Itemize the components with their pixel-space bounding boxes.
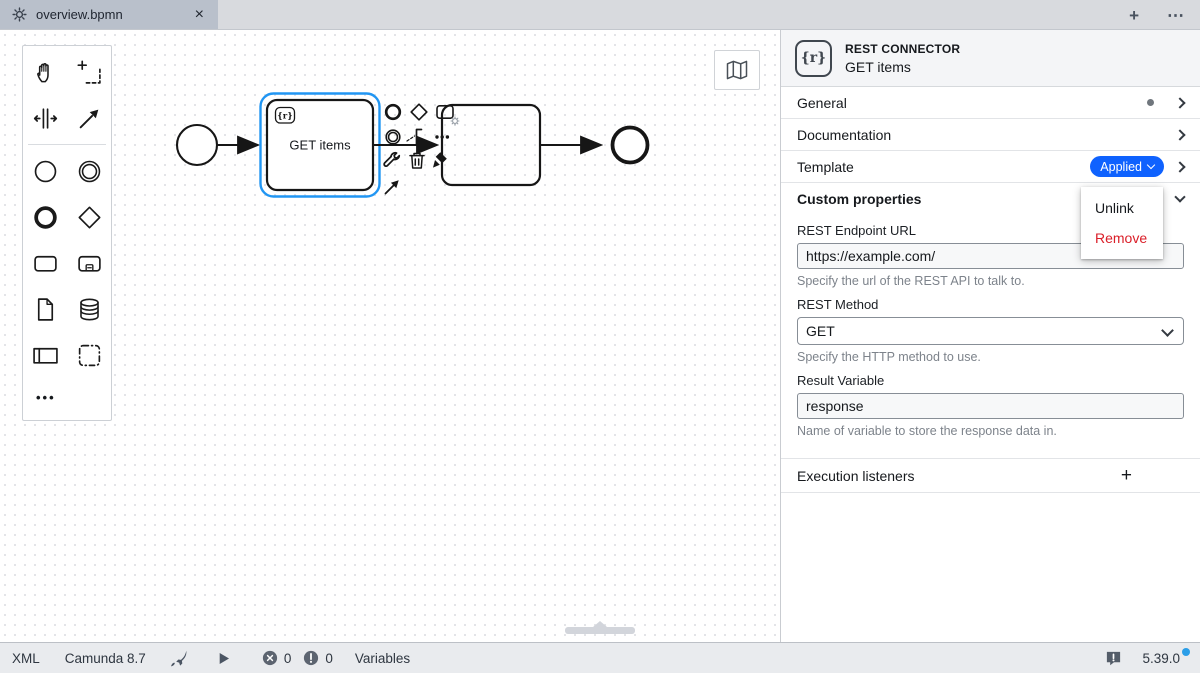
template-applied-dropdown[interactable]: Applied (1090, 156, 1164, 177)
feedback-bubble-icon (1107, 651, 1121, 665)
bpmn-diagram: {r} GET items (175, 92, 650, 198)
task-label: GET items (289, 138, 351, 153)
camunda-modeler-window: overview.bpmn × + ⋯ {r} GET items ••• {r… (0, 0, 1200, 673)
warning-icon (304, 650, 319, 666)
minimap-toggle-button[interactable] (714, 50, 760, 90)
end-event[interactable] (610, 125, 650, 165)
create-participant[interactable] (23, 332, 67, 378)
play-icon (219, 652, 229, 664)
new-tab-button[interactable]: + (1129, 7, 1139, 24)
more-append-options-icon[interactable] (435, 135, 450, 139)
group-template[interactable]: Template Applied (781, 151, 1200, 183)
element-name-label: GET items (845, 58, 911, 75)
deploy-button[interactable] (169, 649, 188, 668)
update-available-dot (1182, 647, 1190, 656)
start-event[interactable] (175, 123, 219, 167)
template-unlink-item[interactable]: Unlink (1081, 193, 1163, 223)
chevron-right-icon (1174, 128, 1186, 141)
tab-title: overview.bpmn (36, 7, 123, 22)
chevron-down-icon (1146, 160, 1156, 170)
xml-toggle[interactable]: XML (12, 651, 40, 666)
append-text-annotation-icon[interactable] (406, 128, 423, 146)
rest-endpoint-url-help: Specify the url of the REST API to talk … (797, 274, 1025, 288)
modified-dot (1147, 99, 1154, 106)
create-group[interactable] (67, 332, 111, 378)
status-bar: XML Camunda 8.7 0 0 Variables 5.39.0 (0, 642, 1200, 673)
rest-connector-icon: {r} (795, 39, 832, 77)
process-gear-icon (12, 7, 27, 22)
append-end-event-icon[interactable] (384, 103, 402, 121)
properties-panel-header: {r} REST CONNECTOR GET items (781, 30, 1200, 87)
create-intermediate-event[interactable] (67, 148, 111, 194)
template-gear-icon (450, 116, 460, 126)
rest-connector-badge-glyph: {r} (277, 112, 292, 122)
create-end-event[interactable] (23, 194, 67, 240)
appended-task[interactable] (440, 103, 542, 187)
lasso-tool[interactable] (67, 49, 111, 95)
add-execution-listener-button[interactable]: + (1121, 466, 1132, 485)
tab-overview-bpmn[interactable]: overview.bpmn × (0, 0, 218, 29)
create-start-event[interactable] (23, 148, 67, 194)
append-gateway-icon[interactable] (410, 103, 428, 121)
palette-more-button[interactable]: ••• (23, 378, 111, 416)
rest-method-help: Specify the HTTP method to use. (797, 350, 981, 364)
hand-tool[interactable] (23, 49, 67, 95)
chevron-down-icon (1174, 190, 1186, 203)
global-connect-tool[interactable] (67, 95, 111, 141)
close-tab-icon[interactable]: × (191, 6, 208, 23)
error-count[interactable]: 0 (262, 650, 291, 666)
chevron-right-icon (1174, 96, 1186, 109)
create-expanded-subprocess[interactable] (67, 240, 111, 286)
delete-trash-icon[interactable] (409, 152, 425, 169)
start-instance-button[interactable] (215, 650, 232, 667)
element-type-label: REST CONNECTOR (845, 41, 961, 56)
properties-panel: {r} REST CONNECTOR GET items General Doc… (780, 30, 1200, 642)
group-general[interactable]: General (781, 87, 1200, 119)
result-variable-help: Name of variable to store the response d… (797, 424, 1057, 438)
map-icon (726, 60, 748, 80)
group-documentation[interactable]: Documentation (781, 119, 1200, 151)
create-gateway[interactable] (67, 194, 111, 240)
connect-arrow-icon[interactable] (384, 180, 399, 195)
element-palette: ••• (22, 45, 112, 421)
template-remove-item[interactable]: Remove (1081, 223, 1163, 253)
warning-count[interactable]: 0 (303, 650, 333, 666)
result-variable-input[interactable] (797, 393, 1184, 419)
app-version[interactable]: 5.39.0 (1142, 647, 1190, 666)
group-execution-listeners[interactable]: Execution listeners + (781, 458, 1200, 493)
chevron-right-icon (1174, 160, 1186, 173)
create-task[interactable] (23, 240, 67, 286)
feedback-button[interactable] (1105, 650, 1122, 667)
variables-toggle[interactable]: Variables (355, 651, 410, 666)
create-data-store[interactable] (67, 286, 111, 332)
context-pad (383, 103, 460, 195)
bpmn-canvas[interactable]: {r} GET items ••• (0, 30, 780, 642)
rest-method-select[interactable]: GET (797, 317, 1184, 345)
task-get-items[interactable]: {r} GET items (265, 98, 375, 192)
template-dropdown-menu: Unlink Remove (1081, 187, 1163, 259)
error-icon (262, 650, 277, 666)
rocket-icon (170, 650, 187, 666)
tab-overflow-button[interactable]: ⋯ (1167, 7, 1184, 24)
rest-method-label: REST Method (797, 297, 879, 312)
append-intermediate-event-icon[interactable] (385, 129, 401, 145)
engine-version-selector[interactable]: Camunda 8.7 (65, 651, 146, 666)
result-variable-label: Result Variable (797, 373, 885, 388)
space-tool[interactable] (23, 95, 67, 141)
tab-bar-actions: + ⋯ (1129, 0, 1184, 30)
create-data-object[interactable] (23, 286, 67, 332)
palette-separator (28, 144, 106, 145)
set-color-brush-icon[interactable] (433, 152, 447, 168)
change-type-wrench-icon[interactable] (383, 151, 401, 167)
bottom-panel-handle[interactable] (565, 627, 635, 634)
tab-bar: overview.bpmn × + ⋯ (0, 0, 1200, 30)
